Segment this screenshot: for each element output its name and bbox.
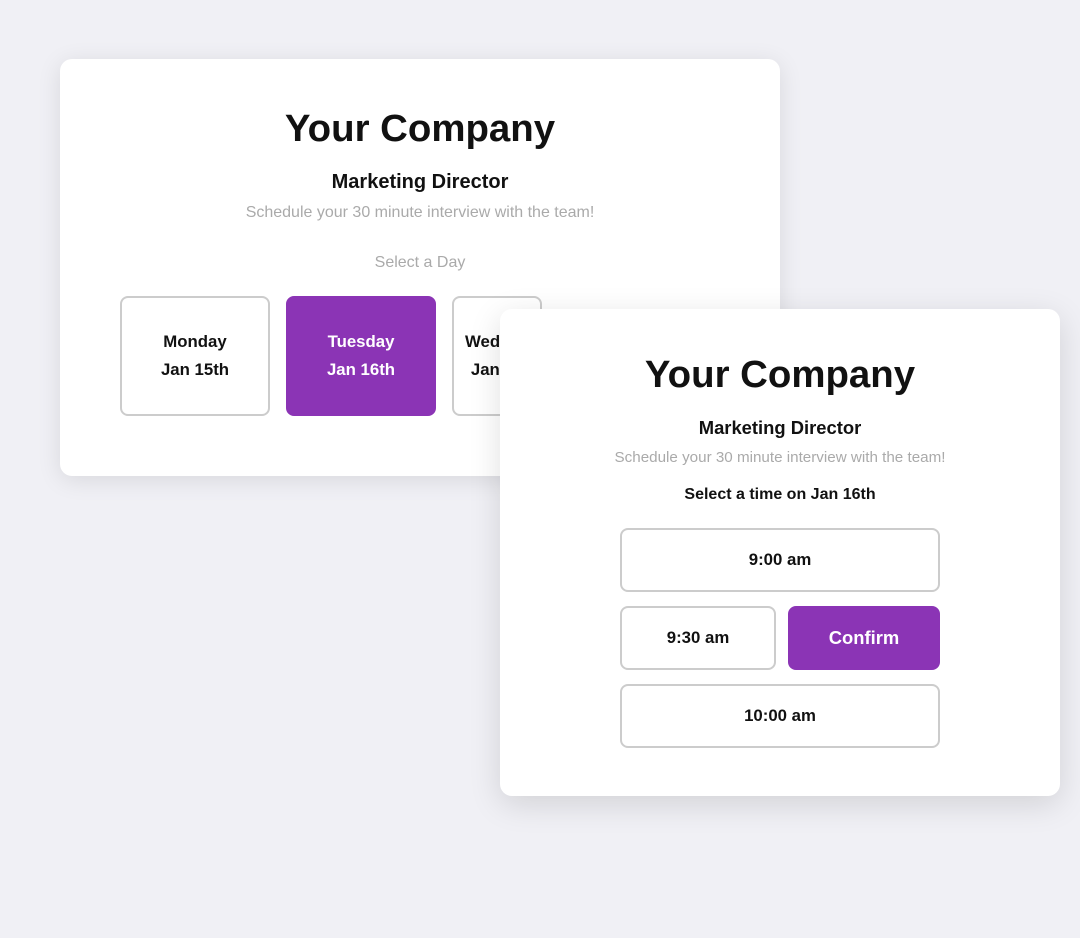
back-job-title: Marketing Director [100,171,740,194]
day-tuesday-name: Tuesday [328,332,395,352]
day-tuesday-date: Jan 16th [327,360,395,380]
confirm-button[interactable]: Confirm [788,606,940,670]
front-card: Your Company Marketing Director Schedule… [500,309,1060,796]
front-job-title: Marketing Director [536,417,1024,439]
day-monday[interactable]: Monday Jan 15th [120,296,270,416]
back-select-day-label: Select a Day [100,254,740,272]
scene: Your Company Marketing Director Schedule… [40,39,1040,899]
time-slot-930-row: 9:30 am Confirm [620,606,940,670]
front-select-time-label: Select a time on Jan 16th [536,486,1024,504]
time-slot-1000[interactable]: 10:00 am [620,684,940,748]
time-slots-container: 9:00 am 9:30 am Confirm 10:00 am [536,528,1024,748]
front-subtitle: Schedule your 30 minute interview with t… [536,449,1024,466]
day-monday-name: Monday [163,332,226,352]
back-subtitle: Schedule your 30 minute interview with t… [100,204,740,222]
time-900-label: 9:00 am [749,550,812,570]
time-1000-label: 10:00 am [744,706,816,726]
time-slot-930[interactable]: 9:30 am [620,606,776,670]
time-slot-900[interactable]: 9:00 am [620,528,940,592]
day-monday-date: Jan 15th [161,360,229,380]
front-company-name: Your Company [536,353,1024,397]
back-company-name: Your Company [100,107,740,151]
confirm-label: Confirm [829,627,900,649]
time-930-label: 9:30 am [667,628,730,648]
day-tuesday[interactable]: Tuesday Jan 16th [286,296,436,416]
